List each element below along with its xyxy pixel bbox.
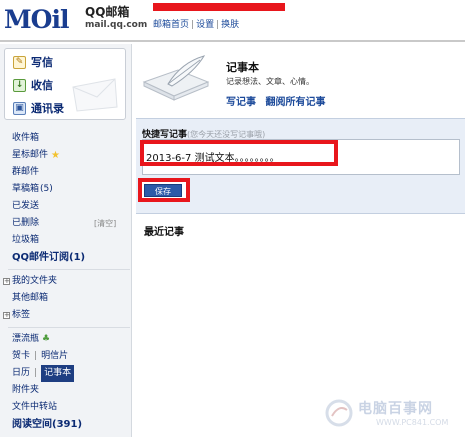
header-divider — [0, 40, 465, 42]
reading-space-count: (391) — [52, 419, 83, 430]
sidebar-item-label: 其他邮箱 — [12, 293, 49, 303]
contacts-icon: ▣ — [13, 101, 26, 115]
sidebar-item-label: 阅读空间 — [12, 419, 52, 430]
write-mail-button[interactable]: ✎ 写信 — [13, 54, 53, 70]
logo-side-text: QQ邮箱 mail.qq.com — [85, 6, 147, 32]
nav-separator: | — [216, 20, 220, 30]
expand-icon[interactable]: + — [3, 278, 10, 285]
sidebar-item-label: 已删除 — [12, 218, 40, 228]
quick-note-hint: (您今天还没写记事哦) — [187, 130, 266, 139]
sidebar-item-label: 我的文件夹 — [12, 276, 58, 286]
sidebar-item-deleted[interactable]: 已删除 [清空] — [12, 215, 128, 232]
sidebar-item-file-transfer[interactable]: 文件中转站 — [12, 399, 128, 416]
notepad-header: 记事本 记录想法、文章、心情。 写记事 翻阅所有记事 — [136, 44, 465, 114]
sidebar-item-label: 漂流瓶 — [12, 334, 40, 344]
sidebar-item-starred[interactable]: 星标邮件 ★ — [12, 147, 128, 164]
sidebar-item-label: 文件中转站 — [12, 402, 58, 412]
sidebar-item-subscriptions[interactable]: QQ邮件订阅 (1) — [12, 249, 128, 266]
sidebar-item-label: 标签 — [12, 310, 31, 320]
main-content: 记事本 记录想法、文章、心情。 写记事 翻阅所有记事 快捷写记事(您今天还没写记… — [136, 44, 465, 437]
receive-mail-label: 收信 — [31, 79, 53, 92]
quick-note-text[interactable]: 2013-6-7 测试文本。。。。。。。。 — [146, 149, 280, 164]
sidebar-item-my-folders[interactable]: + 我的文件夹 — [3, 273, 128, 290]
sidebar-item-reading-space[interactable]: 阅读空间 (391) — [12, 416, 128, 433]
expand-icon[interactable]: + — [3, 312, 10, 319]
page-subtitle: 记录想法、文章、心情。 — [226, 77, 314, 86]
pencil-icon: ✎ — [13, 55, 26, 69]
logo-domain: mail.qq.com — [85, 20, 148, 30]
nav-pipe: | — [34, 368, 38, 378]
nav-divider — [8, 327, 130, 328]
sidebar-item-tags[interactable]: + 标签 — [3, 307, 128, 324]
drafts-count: (5) — [40, 184, 53, 194]
bottle-icon: ♣ — [42, 334, 51, 344]
header: MOil QQ邮箱 mail.qq.com 邮箱首页 | 设置 | 换肤 — [0, 0, 465, 44]
write-mail-label: 写信 — [31, 56, 53, 69]
redacted-account-bar — [153, 3, 285, 11]
star-icon: ★ — [51, 150, 60, 161]
sidebar-item-spam[interactable]: 垃圾箱 — [12, 232, 128, 249]
logo-title: QQ邮箱 — [85, 5, 130, 19]
sidebar-item-label: 收件箱 — [12, 133, 40, 143]
sidebar-item-label: 已发送 — [12, 201, 40, 211]
notepad-feather-icon — [142, 55, 210, 101]
sidebar-item-attachments[interactable]: 附件夹 — [12, 382, 128, 399]
sidebar-item-notepad[interactable]: 记事本 — [41, 365, 75, 382]
nav-separator: | — [191, 20, 195, 30]
sidebar-item-label: QQ邮件订阅 — [12, 252, 70, 263]
nav-settings-link[interactable]: 设置 — [196, 20, 214, 30]
watermark-url: WWW.PC841.COM — [376, 418, 449, 427]
sidebar-item-label: 垃圾箱 — [12, 235, 40, 245]
sidebar-item-inbox[interactable]: 收件箱 — [12, 130, 128, 147]
sidebar-item-drafts[interactable]: 草稿箱 (5) — [12, 181, 128, 198]
nav-divider — [8, 269, 130, 270]
sidebar-item-group-mail[interactable]: 群邮件 — [12, 164, 128, 181]
sidebar-item-cards: 贺卡 | 明信片 — [12, 348, 128, 365]
subscriptions-count: (1) — [69, 252, 86, 263]
sidebar-item-drift-bottle[interactable]: 漂流瓶 ♣ — [12, 331, 128, 348]
sidebar-item-calendar[interactable]: 日历 — [12, 365, 30, 382]
nav-pipe: | — [34, 351, 38, 361]
watermark-logo-icon — [325, 399, 353, 427]
sidebar-item-sent[interactable]: 已发送 — [12, 198, 128, 215]
page-title: 记事本 — [226, 61, 259, 74]
inbox-icon: ↓ — [13, 78, 26, 92]
sidebar-item-calendar-notepad: 日历 | 记事本 — [12, 365, 128, 382]
sidebar: ✎ 写信 ↓ 收信 ▣ 通讯录 收件箱 星标邮件 ★ 群邮件 草稿箱 (5) 已发送… — [0, 44, 132, 437]
logo-text: MOil — [4, 5, 69, 34]
top-nav: 邮箱首页 | 设置 | 换肤 — [153, 17, 239, 30]
sidebar-item-card[interactable]: 贺卡 — [12, 348, 30, 365]
contacts-button[interactable]: ▣ 通讯录 — [13, 100, 64, 116]
folder-nav: 收件箱 星标邮件 ★ 群邮件 草稿箱 (5) 已发送 已删除 [清空] 垃圾箱 QQ邮… — [3, 130, 130, 433]
sidebar-item-label: 群邮件 — [12, 167, 40, 177]
watermark: 电脑百事网 WWW.PC841.COM — [318, 394, 465, 437]
nav-mailbox-home-link[interactable]: 邮箱首页 — [153, 20, 189, 30]
envelope-decoration-icon — [72, 78, 118, 112]
sidebar-item-postcard[interactable]: 明信片 — [41, 348, 68, 365]
write-note-link[interactable]: 写记事 — [226, 97, 256, 108]
sidebar-item-label: 附件夹 — [12, 385, 40, 395]
sidebar-item-other-mailboxes[interactable]: 其他邮箱 — [12, 290, 128, 307]
sidebar-item-label: 星标邮件 — [12, 150, 49, 160]
save-button[interactable]: 保存 — [144, 184, 182, 197]
recent-notes-title: 最近记事 — [144, 227, 184, 238]
receive-mail-button[interactable]: ↓ 收信 — [13, 77, 53, 93]
quick-actions-box: ✎ 写信 ↓ 收信 ▣ 通讯录 — [4, 48, 126, 120]
watermark-text: 电脑百事网 — [358, 401, 433, 417]
contacts-label: 通讯录 — [31, 102, 64, 115]
sidebar-item-label: 草稿箱 — [12, 184, 40, 194]
notepad-links: 写记事 翻阅所有记事 — [226, 93, 331, 108]
browse-notes-link[interactable]: 翻阅所有记事 — [265, 97, 325, 108]
qq-mail-logo[interactable]: MOil — [4, 5, 69, 34]
nav-skin-link[interactable]: 换肤 — [221, 20, 239, 30]
empty-trash-link[interactable]: [清空] — [94, 215, 116, 232]
